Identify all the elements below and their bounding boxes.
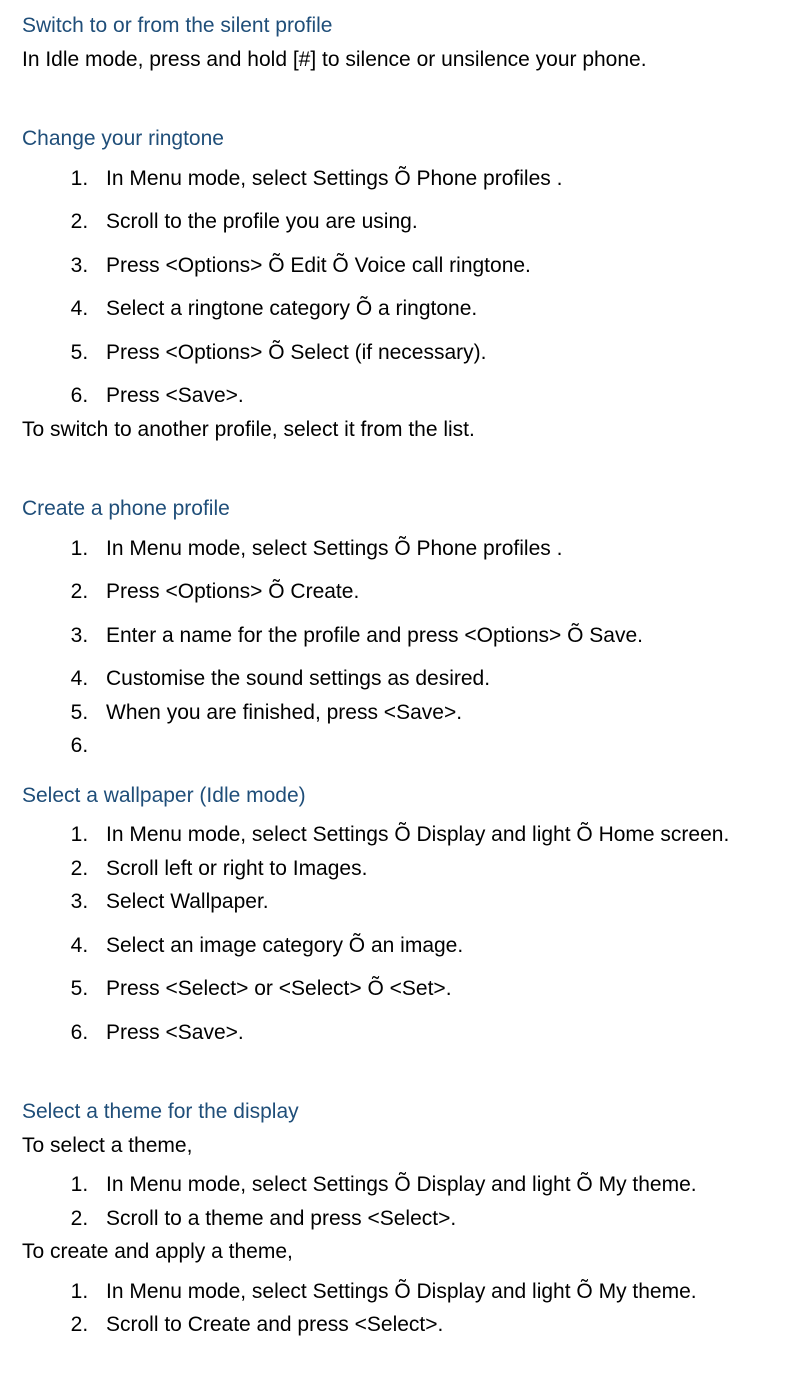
- list-item: In Menu mode, select Settings Õ Display …: [94, 1169, 789, 1201]
- list-item: Scroll to a theme and press <Select>.: [94, 1203, 789, 1235]
- list-item: In Menu mode, select Settings Õ Display …: [94, 819, 789, 851]
- body-text-theme-intro2: To create and apply a theme,: [22, 1236, 789, 1268]
- steps-list-create-profile: In Menu mode, select Settings Õ Phone pr…: [22, 533, 789, 762]
- list-item: Select a ringtone category Õ a ringtone.: [94, 293, 789, 325]
- list-item: Press <Save>.: [94, 380, 789, 412]
- list-item: In Menu mode, select Settings Õ Phone pr…: [94, 163, 789, 195]
- body-text-ringtone-after: To switch to another profile, select it …: [22, 414, 789, 446]
- spacer: [22, 77, 789, 105]
- list-item: Select Wallpaper.: [94, 886, 789, 918]
- list-item: When you are finished, press <Save>.: [94, 697, 789, 729]
- list-item: Press <Save>.: [94, 1017, 789, 1049]
- section-heading-theme: Select a theme for the display: [22, 1096, 789, 1128]
- body-text-silent: In Idle mode, press and hold [#] to sile…: [22, 44, 789, 76]
- list-item: Scroll to the profile you are using.: [94, 206, 789, 238]
- section-heading-wallpaper: Select a wallpaper (Idle mode): [22, 780, 789, 812]
- steps-list-theme-1: In Menu mode, select Settings Õ Display …: [22, 1169, 789, 1234]
- spacer: [22, 447, 789, 475]
- list-item: Scroll to Create and press <Select>.: [94, 1309, 789, 1341]
- section-heading-create-profile: Create a phone profile: [22, 493, 789, 525]
- list-item: Press <Options> Õ Edit Õ Voice call ring…: [94, 250, 789, 282]
- list-item: Customise the sound settings as desired.: [94, 663, 789, 695]
- body-text-theme-intro1: To select a theme,: [22, 1130, 789, 1162]
- steps-list-ringtone: In Menu mode, select Settings Õ Phone pr…: [22, 163, 789, 412]
- section-heading-silent: Switch to or from the silent profile: [22, 10, 789, 42]
- list-item: In Menu mode, select Settings Õ Phone pr…: [94, 533, 789, 565]
- steps-list-wallpaper: In Menu mode, select Settings Õ Display …: [22, 819, 789, 1048]
- list-item: [94, 730, 789, 762]
- list-item: Press <Select> or <Select> Õ <Set>.: [94, 973, 789, 1005]
- list-item: Select an image category Õ an image.: [94, 930, 789, 962]
- list-item: In Menu mode, select Settings Õ Display …: [94, 1276, 789, 1308]
- steps-list-theme-2: In Menu mode, select Settings Õ Display …: [22, 1276, 789, 1341]
- list-item: Press <Options> Õ Select (if necessary).: [94, 337, 789, 369]
- list-item: Enter a name for the profile and press <…: [94, 620, 789, 652]
- section-heading-ringtone: Change your ringtone: [22, 123, 789, 155]
- list-item: Scroll left or right to Images.: [94, 853, 789, 885]
- spacer: [22, 1050, 789, 1078]
- list-item: Press <Options> Õ Create.: [94, 576, 789, 608]
